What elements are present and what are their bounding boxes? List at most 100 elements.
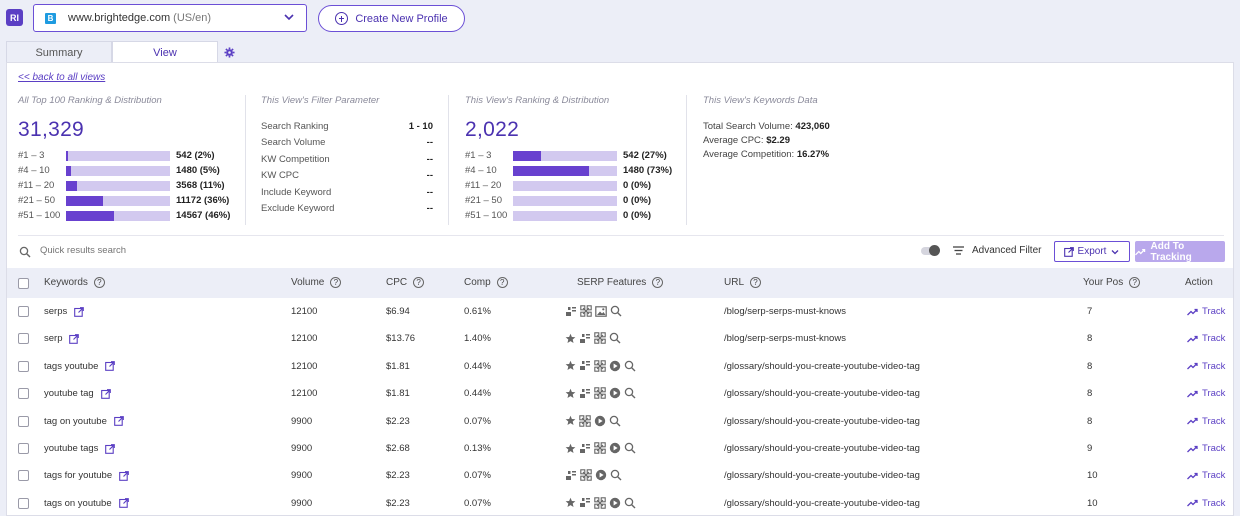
quick-results-search-input[interactable]: [40, 245, 240, 256]
url-cell: /blog/serp-serps-must-knows: [724, 333, 846, 345]
create-new-profile-button[interactable]: Create New Profile: [318, 5, 465, 32]
app-badge[interactable]: RI: [6, 9, 23, 26]
comp-cell: 0.07%: [464, 415, 491, 427]
tab-summary[interactable]: Summary: [6, 41, 112, 63]
export-label: Export: [1077, 246, 1107, 257]
view-dist-rows: #1 – 3 542 (27%) #4 – 10 1480 (73%) #11 – …: [465, 148, 672, 223]
column-your-pos[interactable]: Your Pos?: [1083, 277, 1141, 288]
position-cell: 8: [1087, 415, 1093, 427]
filter-toggle[interactable]: [921, 245, 940, 256]
filter-params-block: This View's Filter Parameter Search Rank…: [261, 95, 433, 219]
keyword-text: tags for youtube: [44, 470, 113, 482]
back-to-all-views-link[interactable]: << back to all views: [18, 72, 105, 83]
view-settings-button[interactable]: [218, 41, 240, 63]
help-icon: ?: [1129, 277, 1141, 288]
external-link-icon[interactable]: [69, 334, 80, 344]
gear-icon: [223, 46, 235, 58]
average-cpc: Average CPC: $2.29: [703, 134, 790, 146]
external-link-icon[interactable]: [74, 306, 85, 317]
track-button[interactable]: Track: [1187, 306, 1225, 317]
filter-params-title: This View's Filter Parameter: [261, 95, 380, 106]
dist-bar-fill: [66, 150, 69, 161]
advanced-filter-button[interactable]: Advanced Filter: [953, 245, 1041, 256]
external-link-icon[interactable]: [119, 471, 129, 481]
table-row: tag on youtube 9900 $2.23 0.07% /glossary/sh…: [7, 408, 1233, 435]
external-link-icon[interactable]: [105, 361, 116, 372]
select-all-checkbox[interactable]: [18, 278, 29, 289]
column-serp-features[interactable]: SERP Features?: [577, 277, 664, 288]
row-checkbox[interactable]: [18, 333, 29, 345]
track-button[interactable]: Track: [1187, 498, 1225, 509]
carousel-icon: [594, 387, 606, 399]
video-icon: [594, 415, 606, 426]
volume-cell: 9900: [291, 443, 313, 454]
row-checkbox[interactable]: [18, 306, 29, 317]
export-icon: [1063, 246, 1074, 257]
external-link-icon[interactable]: [118, 498, 129, 509]
position-cell: 8: [1087, 333, 1093, 345]
track-button[interactable]: Track: [1187, 361, 1225, 372]
row-checkbox[interactable]: [18, 470, 29, 482]
volume-cell: 12100: [291, 333, 318, 345]
table-row: serps 12100 $6.94 0.61% /blog/serp-serps-mus…: [7, 298, 1233, 325]
column-cpc[interactable]: CPC?: [386, 277, 425, 288]
dist-bar-fill: [66, 210, 114, 221]
keyword-cell: youtube tags: [44, 443, 116, 454]
comp-cell: 0.61%: [464, 306, 491, 317]
external-link-icon[interactable]: [114, 416, 124, 426]
add-to-tracking-button[interactable]: Add To Tracking: [1135, 241, 1225, 263]
track-button[interactable]: Track: [1187, 416, 1225, 427]
cpc-cell: $6.94: [386, 306, 410, 317]
view-panel: << back to all views All Top 100 Ranking…: [6, 62, 1234, 516]
trend-icon: [1187, 308, 1198, 315]
column-keywords[interactable]: Keywords?: [44, 277, 105, 288]
featured-snippet-icon: [566, 306, 576, 316]
keyword-cell: tags on youtube: [44, 498, 129, 509]
column-url[interactable]: URL?: [724, 277, 762, 288]
external-link-icon[interactable]: [105, 443, 116, 454]
profile-select[interactable]: B www.brightedge.com (US/en): [33, 4, 307, 32]
track-button[interactable]: Track: [1187, 443, 1225, 454]
keyword-text: tag on youtube: [44, 415, 107, 427]
video-icon: [609, 387, 621, 399]
row-checkbox[interactable]: [18, 497, 29, 509]
column-volume[interactable]: Volume?: [291, 277, 342, 288]
star-icon: [565, 333, 576, 343]
tab-view[interactable]: View: [112, 41, 218, 63]
cpc-cell: $13.76: [386, 333, 416, 345]
column-comp[interactable]: Comp?: [464, 277, 508, 288]
row-checkbox[interactable]: [18, 360, 29, 372]
search-icon: [624, 497, 636, 509]
row-checkbox[interactable]: [18, 388, 29, 400]
chevron-down-icon: [1111, 249, 1119, 254]
all-top100-block: All Top 100 Ranking & Distribution 31,32…: [18, 95, 230, 223]
serp-features-cell: [565, 332, 621, 345]
help-icon: ?: [496, 277, 508, 288]
comp-cell: 1.40%: [464, 333, 491, 345]
search-icon: [624, 360, 636, 372]
filter-row: Include Keyword --: [261, 186, 433, 198]
track-button[interactable]: Track: [1187, 388, 1225, 399]
carousel-icon: [580, 469, 592, 482]
serp-features-cell: [565, 305, 622, 317]
dist-row: #51 – 100 0 (0%): [465, 210, 651, 221]
trend-icon: [1187, 500, 1198, 507]
track-button[interactable]: Track: [1187, 333, 1225, 344]
row-checkbox[interactable]: [18, 443, 29, 454]
volume-cell: 9900: [291, 415, 313, 427]
kw-data-block: This View's Keywords Data Total Search V…: [703, 95, 830, 162]
external-link-icon[interactable]: [100, 388, 111, 399]
export-button[interactable]: Export: [1054, 241, 1130, 262]
row-checkbox[interactable]: [18, 415, 29, 427]
position-cell: 7: [1087, 306, 1093, 317]
trend-icon: [1187, 417, 1198, 425]
dist-row: #11 – 20 3568 (11%): [18, 180, 225, 191]
track-button[interactable]: Track: [1187, 470, 1225, 481]
star-icon: [565, 361, 576, 371]
comp-cell: 0.44%: [464, 388, 491, 400]
star-icon: [565, 498, 576, 508]
filter-row: KW CPC --: [261, 170, 433, 182]
help-icon: ?: [652, 277, 664, 288]
serp-features-cell: [565, 360, 636, 372]
carousel-icon: [579, 414, 591, 427]
